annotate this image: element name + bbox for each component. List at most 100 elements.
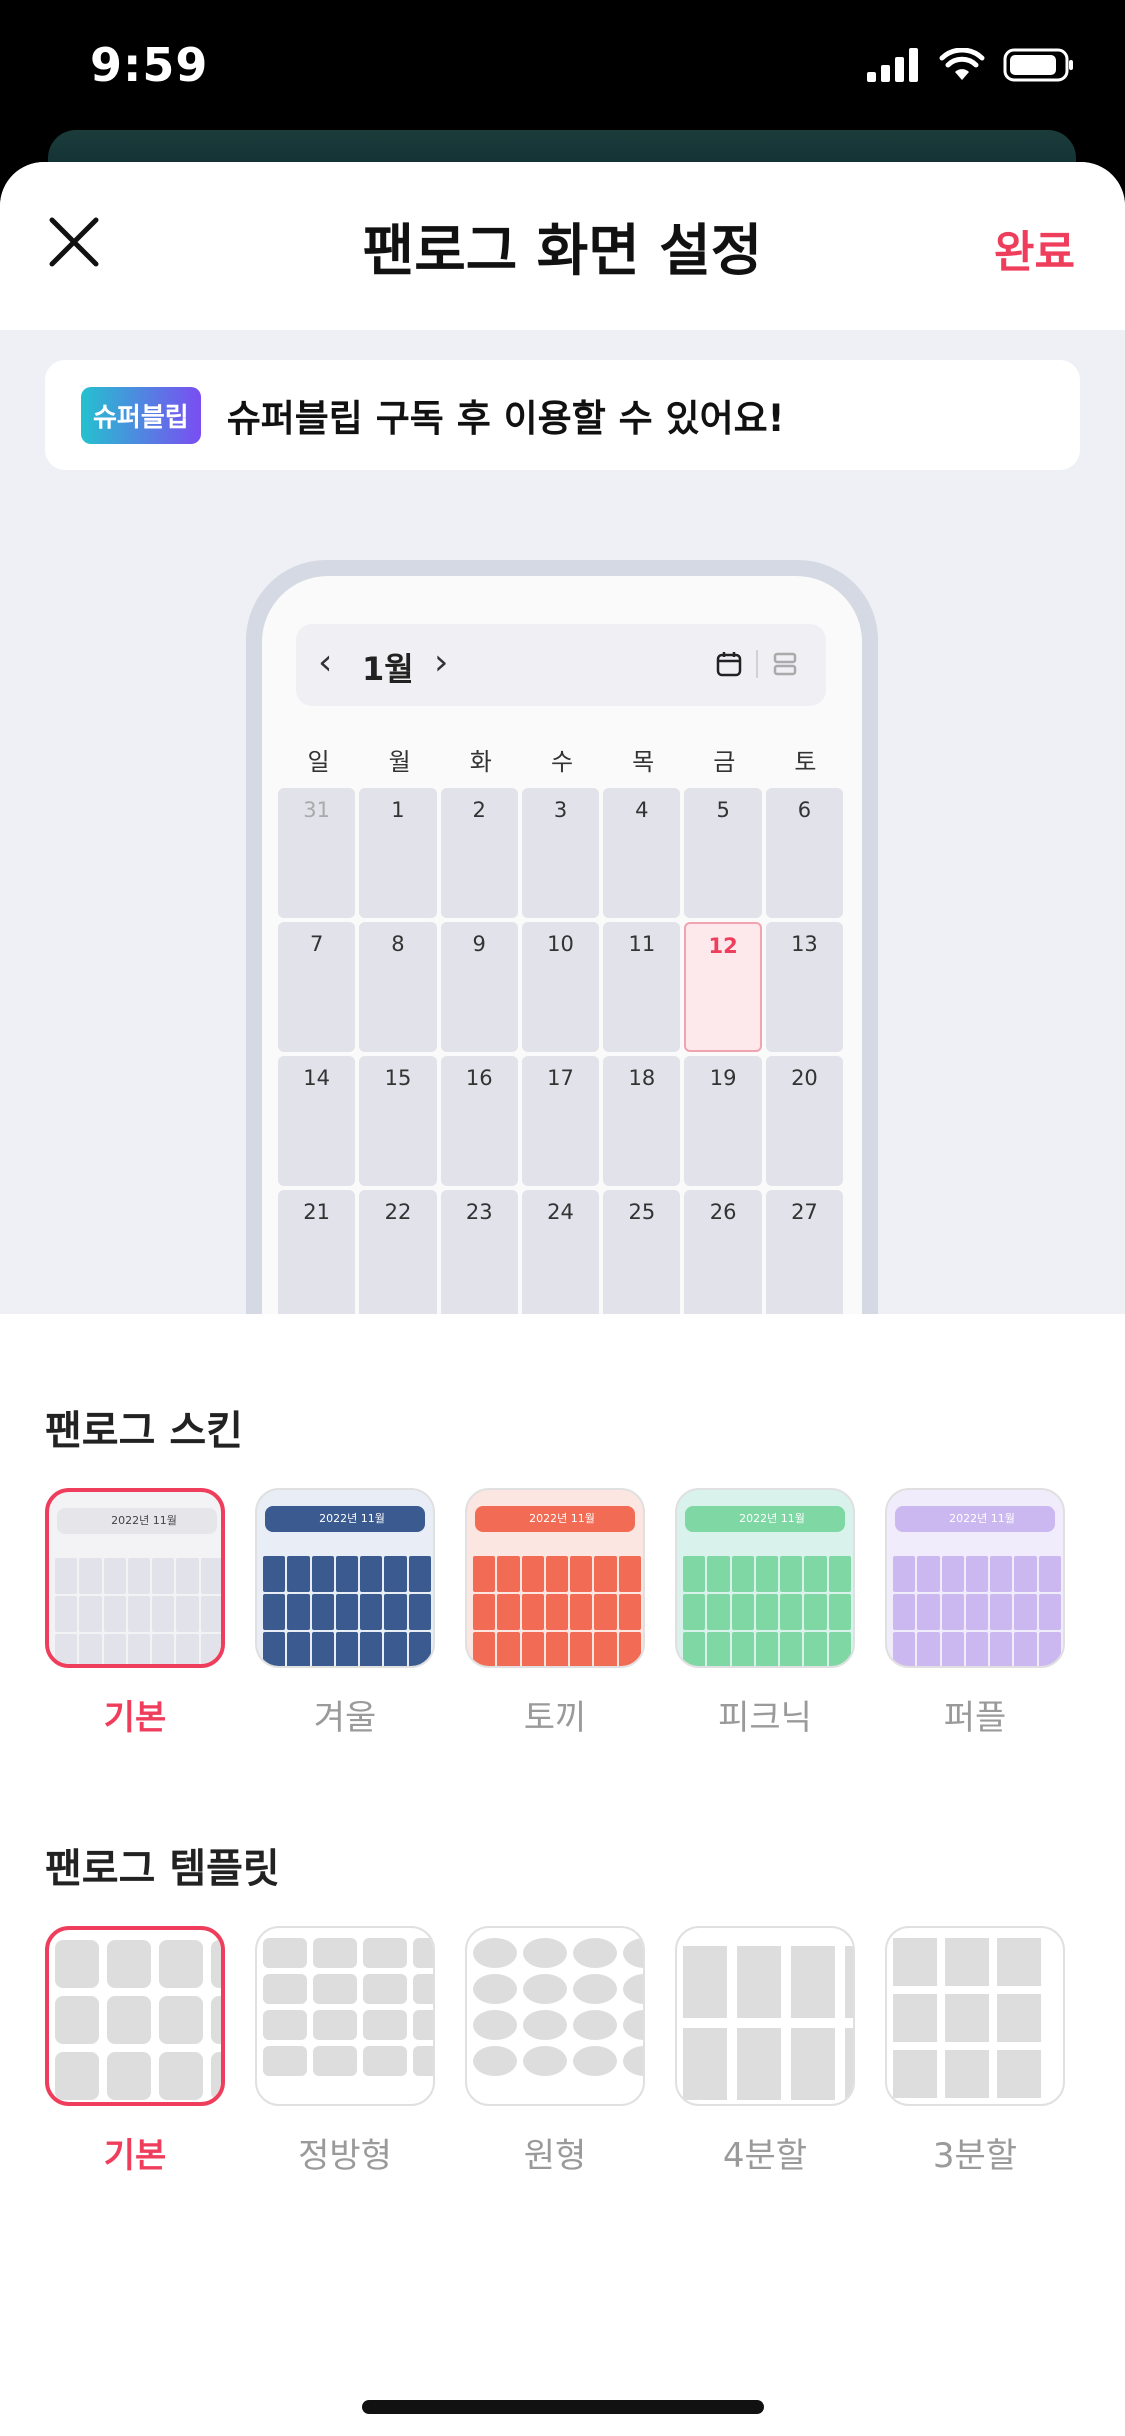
template-layout-preview: [893, 1938, 1063, 2098]
banner-text: 슈퍼블립 구독 후 이용할 수 있어요!: [226, 397, 785, 440]
skin-option[interactable]: 2022년 11월피크닉: [675, 1488, 855, 1739]
calendar-day[interactable]: 14: [278, 1056, 356, 1186]
template-option[interactable]: 3분할: [885, 1926, 1065, 2177]
chevron-left-icon[interactable]: ‹: [318, 642, 332, 683]
page-title: 팬로그 화면 설정: [362, 219, 763, 284]
template-thumbnail[interactable]: [465, 1926, 645, 2106]
skin-thumbnail[interactable]: 2022년 11월: [675, 1488, 855, 1668]
skin-label: 겨울: [313, 1698, 377, 1738]
calendar-day[interactable]: 24: [521, 1190, 600, 1314]
calendar-day[interactable]: 5: [684, 788, 762, 918]
skin-option[interactable]: 2022년 11월 기본: [45, 1488, 225, 1739]
skin-mini-calendar: [473, 1556, 641, 1666]
skin-month-header: 2022년 11월: [57, 1508, 217, 1534]
weekday-label: 화: [469, 748, 492, 776]
skin-option[interactable]: 2022년 11월 토끼: [465, 1488, 645, 1739]
template-options: 기본 정방형 원형 4분할 3분할: [45, 1926, 1065, 2177]
skin-thumbnail[interactable]: 2022년 11월: [885, 1488, 1065, 1668]
calendar-day[interactable]: 2: [440, 788, 518, 918]
template-option[interactable]: 기본: [45, 1926, 225, 2177]
calendar-day[interactable]: 1: [359, 788, 437, 918]
calendar-day[interactable]: 10: [521, 922, 600, 1052]
template-label: 정방형: [298, 2136, 392, 2176]
skin-month-header: 2022년 11월: [475, 1506, 635, 1532]
wifi-icon: [939, 48, 985, 80]
calendar-day[interactable]: 15: [359, 1056, 437, 1186]
calendar-month: 1월: [362, 650, 414, 688]
skin-mini-calendar: [263, 1556, 431, 1666]
calendar-day[interactable]: 23: [440, 1190, 518, 1314]
calendar-day[interactable]: 3: [521, 788, 600, 918]
template-thumbnail[interactable]: [675, 1926, 855, 2106]
skin-month-header: 2022년 11월: [265, 1506, 425, 1532]
skin-thumbnail[interactable]: 2022년 11월: [255, 1488, 435, 1668]
calendar-day[interactable]: 18: [603, 1056, 681, 1186]
view-toggle: [716, 650, 798, 678]
skin-thumbnail[interactable]: 2022년 11월: [465, 1488, 645, 1668]
list-view-icon[interactable]: [772, 651, 798, 677]
skin-options: 2022년 11월 기본 2022년 11월 겨울 2022년 11월 토끼 2022년 1…: [45, 1488, 1065, 1739]
battery-icon: [1003, 48, 1073, 82]
skin-thumbnail[interactable]: 2022년 11월: [45, 1488, 225, 1668]
calendar-day[interactable]: 31: [278, 788, 356, 918]
skin-month-header: 2022년 11월: [895, 1506, 1055, 1532]
calendar-day[interactable]: 26: [684, 1190, 762, 1314]
calendar-day[interactable]: 11: [603, 922, 681, 1052]
calendar-day[interactable]: 13: [765, 922, 844, 1052]
skin-month-header: 2022년 11월: [685, 1506, 845, 1532]
status-icons: [867, 48, 1075, 82]
calendar-day[interactable]: 7: [278, 922, 356, 1052]
settings-sheet: 팬로그 화면 설정 완료 슈퍼블립 슈퍼블립 구독 후 이용할 수 있어요! ‹…: [0, 162, 1125, 2436]
template-label: 4분할: [722, 2136, 808, 2176]
preview-area: 슈퍼블립 슈퍼블립 구독 후 이용할 수 있어요! ‹ 1월 › 일 월 화 수…: [0, 330, 1125, 1314]
calendar-day[interactable]: 4: [603, 788, 681, 918]
calendar-day[interactable]: 9: [440, 922, 518, 1052]
calendar-day[interactable]: 17: [521, 1056, 600, 1186]
subscription-banner[interactable]: 슈퍼블립 슈퍼블립 구독 후 이용할 수 있어요!: [45, 360, 1080, 470]
superblip-badge: 슈퍼블립: [81, 386, 201, 444]
template-label: 기본: [103, 2136, 167, 2176]
calendar-day[interactable]: 21: [278, 1190, 356, 1314]
calendar-header: ‹ 1월 ›: [296, 624, 826, 706]
home-indicator: [362, 2400, 764, 2414]
template-option[interactable]: 원형: [465, 1926, 645, 2177]
status-time: 9:59: [90, 38, 209, 92]
template-option[interactable]: 정방형: [255, 1926, 435, 2177]
divider: [756, 650, 758, 678]
status-bar: 9:59: [0, 0, 1125, 140]
weekday-label: 월: [388, 748, 411, 776]
skin-label: 퍼플: [943, 1698, 1007, 1738]
chevron-right-icon[interactable]: ›: [434, 642, 448, 683]
skin-label: 피크닉: [718, 1698, 812, 1738]
phone-screen: ‹ 1월 › 일 월 화 수 목 금 토 31 1 2 3 4 5 6 7 8 …: [262, 576, 862, 1314]
calendar-day[interactable]: 27: [765, 1190, 844, 1314]
skin-section-title: 팬로그 스킨: [45, 1408, 243, 1454]
calendar-day[interactable]: 25: [603, 1190, 681, 1314]
template-option[interactable]: 4분할: [675, 1926, 855, 2177]
calendar-day[interactable]: 20: [765, 1056, 844, 1186]
skin-mini-calendar: [683, 1556, 851, 1666]
skin-option[interactable]: 2022년 11월퍼플: [885, 1488, 1065, 1739]
template-section-title: 팬로그 템플릿: [45, 1846, 280, 1892]
template-thumbnail[interactable]: [885, 1926, 1065, 2106]
calendar-day[interactable]: 22: [359, 1190, 437, 1314]
skin-option[interactable]: 2022년 11월겨울: [255, 1488, 435, 1739]
template-layout-preview: [683, 1946, 853, 2100]
done-button[interactable]: 완료: [994, 216, 1075, 280]
calendar-day[interactable]: 19: [684, 1056, 762, 1186]
template-layout-preview: [263, 1938, 433, 2076]
calendar-day[interactable]: 6: [765, 788, 844, 918]
weekday-label: 금: [713, 748, 736, 776]
calendar-icon[interactable]: [716, 651, 742, 677]
template-layout-preview: [473, 1938, 643, 2076]
template-thumbnail[interactable]: [45, 1926, 225, 2106]
sheet-header: 팬로그 화면 설정 완료: [0, 162, 1125, 330]
phone-preview: ‹ 1월 › 일 월 화 수 목 금 토 31 1 2 3 4 5 6 7 8 …: [246, 560, 878, 1314]
template-thumbnail[interactable]: [255, 1926, 435, 2106]
calendar-day[interactable]: 12: [684, 922, 762, 1052]
calendar-day[interactable]: 8: [359, 922, 437, 1052]
weekday-label: 일: [307, 748, 330, 776]
weekday-label: 토: [794, 748, 817, 776]
calendar-day[interactable]: 16: [440, 1056, 518, 1186]
weekday-label: 목: [632, 748, 655, 776]
